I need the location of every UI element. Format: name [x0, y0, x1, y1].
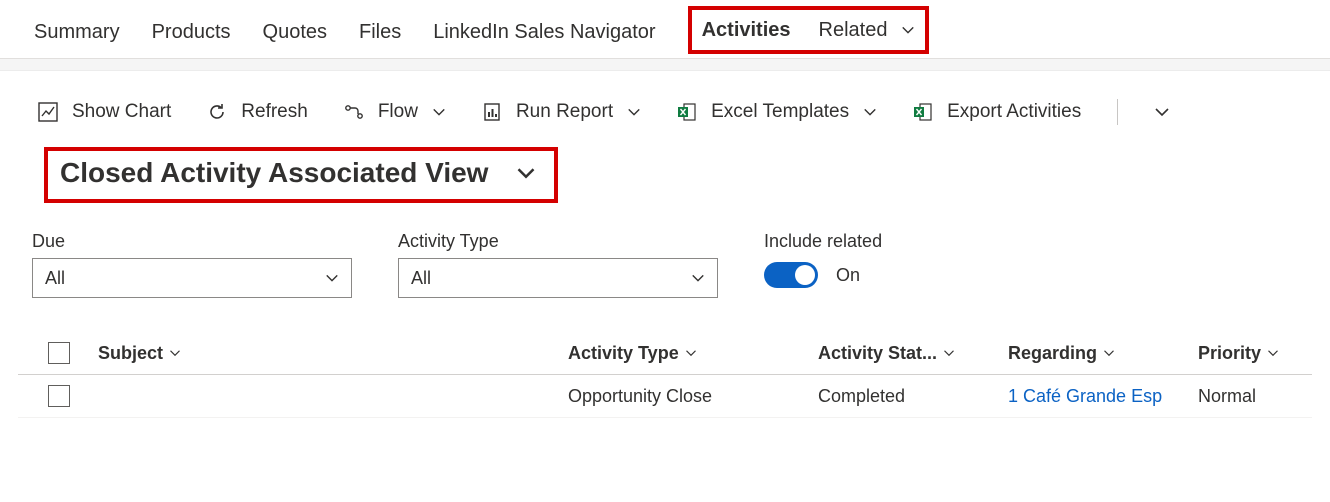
- command-bar: Show Chart Refresh Flow Run Report Excel…: [0, 71, 1330, 135]
- filter-due-dropdown[interactable]: All: [32, 258, 352, 298]
- run-report-button[interactable]: Run Report: [482, 101, 641, 123]
- col-regarding[interactable]: Regarding: [1008, 343, 1198, 364]
- include-related-label: Include related: [764, 231, 882, 252]
- overflow-button[interactable]: [1154, 104, 1170, 120]
- refresh-icon: [207, 102, 227, 122]
- filter-activity-type-value: All: [411, 268, 431, 289]
- excel-export-icon: [913, 102, 933, 122]
- cell-regarding-link[interactable]: 1 Café Grande Esp: [1008, 386, 1198, 407]
- chart-icon: [38, 102, 58, 122]
- chevron-down-icon: [1103, 347, 1115, 359]
- include-related-value: On: [836, 265, 860, 286]
- flow-button[interactable]: Flow: [344, 101, 446, 123]
- chevron-down-icon: [943, 347, 955, 359]
- filter-include-related: Include related On: [764, 231, 882, 288]
- filters-row: Due All Activity Type All Include relate…: [0, 203, 1330, 298]
- table-header: Subject Activity Type Activity Stat... R…: [18, 332, 1312, 375]
- export-activities-label: Export Activities: [947, 101, 1081, 123]
- view-area: Closed Activity Associated View: [0, 135, 1330, 203]
- filter-activity-type-label: Activity Type: [398, 231, 718, 252]
- tab-quotes[interactable]: Quotes: [263, 21, 327, 44]
- col-activity-status-label: Activity Stat...: [818, 343, 937, 364]
- cell-activity-status: Completed: [818, 386, 1008, 407]
- chevron-down-icon: [863, 101, 877, 123]
- col-regarding-label: Regarding: [1008, 343, 1097, 364]
- filter-activity-type: Activity Type All: [398, 231, 718, 298]
- tab-files[interactable]: Files: [359, 21, 401, 44]
- export-activities-button[interactable]: Export Activities: [913, 101, 1081, 123]
- include-related-toggle[interactable]: [764, 262, 818, 288]
- tab-related[interactable]: Related: [819, 19, 916, 42]
- col-subject[interactable]: Subject: [98, 343, 568, 364]
- view-selector[interactable]: Closed Activity Associated View: [44, 147, 558, 203]
- refresh-label: Refresh: [241, 101, 308, 123]
- excel-icon: [677, 102, 697, 122]
- filter-due-value: All: [45, 268, 65, 289]
- chevron-down-icon: [685, 347, 697, 359]
- cell-priority: Normal: [1198, 386, 1318, 407]
- col-activity-type[interactable]: Activity Type: [568, 343, 818, 364]
- select-all-checkbox[interactable]: [48, 342, 70, 364]
- chevron-down-icon: [325, 271, 339, 285]
- chevron-down-icon: [169, 347, 181, 359]
- activities-table: Subject Activity Type Activity Stat... R…: [0, 298, 1330, 418]
- col-priority-label: Priority: [1198, 343, 1261, 364]
- subheader-strip: [0, 59, 1330, 71]
- chevron-down-icon: [432, 101, 446, 123]
- filter-due: Due All: [32, 231, 352, 298]
- chevron-down-icon: [901, 19, 915, 41]
- cell-activity-type: Opportunity Close: [568, 386, 818, 407]
- show-chart-label: Show Chart: [72, 101, 171, 123]
- refresh-button[interactable]: Refresh: [207, 101, 308, 123]
- toggle-knob: [795, 265, 815, 285]
- tab-summary[interactable]: Summary: [34, 21, 120, 44]
- show-chart-button[interactable]: Show Chart: [38, 101, 171, 123]
- command-divider: [1117, 99, 1118, 125]
- filter-due-label: Due: [32, 231, 352, 252]
- chevron-down-icon: [627, 101, 641, 123]
- view-title: Closed Activity Associated View: [60, 157, 488, 189]
- highlight-box-tabs: Activities Related: [688, 6, 929, 54]
- flow-icon: [344, 102, 364, 122]
- chevron-down-icon: [691, 271, 705, 285]
- report-icon: [482, 102, 502, 122]
- excel-templates-button[interactable]: Excel Templates: [677, 101, 877, 123]
- col-activity-status[interactable]: Activity Stat...: [818, 343, 1008, 364]
- flow-label: Flow: [378, 101, 418, 123]
- table-row[interactable]: Opportunity Close Completed 1 Café Grand…: [18, 375, 1312, 418]
- chevron-down-icon: [1267, 347, 1279, 359]
- run-report-label: Run Report: [516, 101, 613, 123]
- excel-templates-label: Excel Templates: [711, 101, 849, 123]
- row-checkbox[interactable]: [48, 385, 70, 407]
- chevron-down-icon: [516, 163, 536, 183]
- record-tabs: Summary Products Quotes Files LinkedIn S…: [0, 0, 1330, 59]
- col-activity-type-label: Activity Type: [568, 343, 679, 364]
- tab-related-label: Related: [819, 19, 888, 41]
- filter-activity-type-dropdown[interactable]: All: [398, 258, 718, 298]
- col-priority[interactable]: Priority: [1198, 343, 1318, 364]
- col-subject-label: Subject: [98, 343, 163, 364]
- tab-linkedin[interactable]: LinkedIn Sales Navigator: [433, 21, 655, 44]
- tab-activities[interactable]: Activities: [702, 19, 791, 42]
- tab-products[interactable]: Products: [152, 21, 231, 44]
